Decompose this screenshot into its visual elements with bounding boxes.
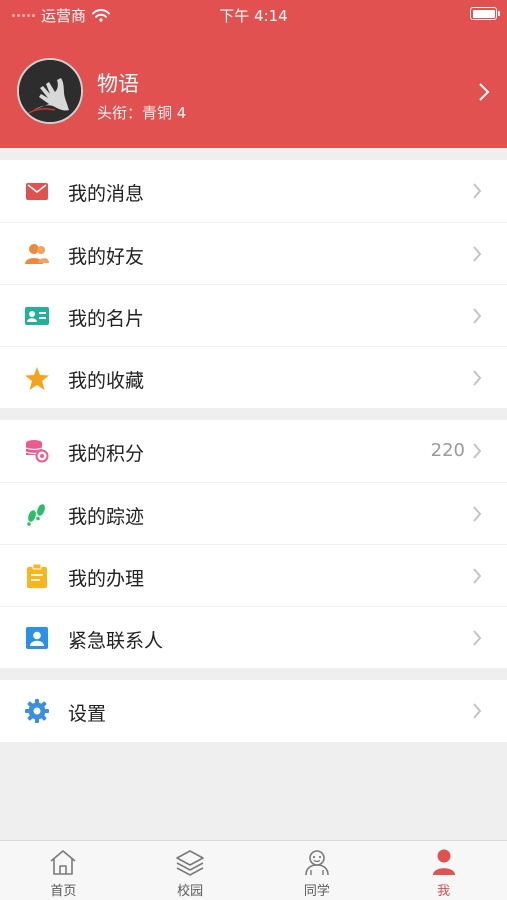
points-icon [25,439,49,463]
avatar[interactable] [17,58,83,124]
avatar-image [19,60,81,122]
person-icon [432,849,455,875]
tab-campus[interactable]: 校园 [127,841,254,900]
row-messages[interactable]: 我的消息 [0,160,507,222]
menu-group-3: 设置 [0,680,507,742]
row-label: 我的好友 [68,246,145,268]
row-label: 我的办理 [68,568,145,590]
footprint-icon [25,502,49,526]
tab-label: 同学 [303,884,330,899]
points-value: 220 [430,440,465,461]
tab-classmates[interactable]: 同学 [254,841,381,900]
battery-icon [470,7,500,20]
row-affairs[interactable]: 我的办理 [0,544,507,606]
row-settings[interactable]: 设置 [0,680,507,742]
chevron-right-icon [473,443,482,459]
row-label: 我的踪迹 [68,506,145,528]
home-icon [50,850,76,875]
row-points[interactable]: 我的积分 220 [0,420,507,482]
profile-rank: 头衔：青铜 4 [97,104,187,122]
star-icon [25,366,49,390]
menu-group-1: 我的消息 我的好友 我的名片 我的收藏 [0,160,507,408]
profile-name: 物语 [97,72,139,96]
row-label: 我的名片 [68,308,145,330]
contact-icon [25,626,49,650]
chevron-right-icon [473,183,482,199]
gear-icon [25,699,49,723]
mail-icon [25,179,49,203]
chevron-right-icon [473,246,482,262]
row-label: 我的积分 [68,443,145,465]
chevron-right-icon [473,568,482,584]
tab-me[interactable]: 我 [380,841,507,900]
tab-label: 我 [437,884,451,899]
tab-label: 校园 [177,884,204,899]
chevron-right-icon [473,506,482,522]
classmates-icon [305,850,329,876]
tab-label: 首页 [50,884,77,899]
row-label: 我的收藏 [68,370,145,392]
row-favorites[interactable]: 我的收藏 [0,346,507,408]
row-friends[interactable]: 我的好友 [0,222,507,284]
chevron-right-icon [473,308,482,324]
layers-icon [176,850,204,876]
row-label: 设置 [68,703,107,725]
chevron-right-icon [473,630,482,646]
row-label: 我的消息 [68,183,145,205]
card-icon [25,304,49,328]
row-card[interactable]: 我的名片 [0,284,507,346]
clipboard-icon [25,564,49,588]
chevron-right-icon [479,83,490,101]
chevron-right-icon [473,370,482,386]
row-emergency-contact[interactable]: 紧急联系人 [0,606,507,668]
tab-bar: 首页 校园 同学 我 [0,840,507,900]
row-label: 紧急联系人 [68,630,164,652]
friends-icon [25,242,49,266]
tab-home[interactable]: 首页 [0,841,127,900]
chevron-right-icon [473,703,482,719]
menu-group-2: 我的积分 220 我的踪迹 我的办理 紧急联系人 [0,420,507,668]
status-time: 下午 4:14 [219,7,288,25]
profile-header[interactable]: 物语 头衔：青铜 4 [0,28,507,148]
row-footprints[interactable]: 我的踪迹 [0,482,507,544]
status-bar: 运营商 下午 4:14 [0,0,507,28]
